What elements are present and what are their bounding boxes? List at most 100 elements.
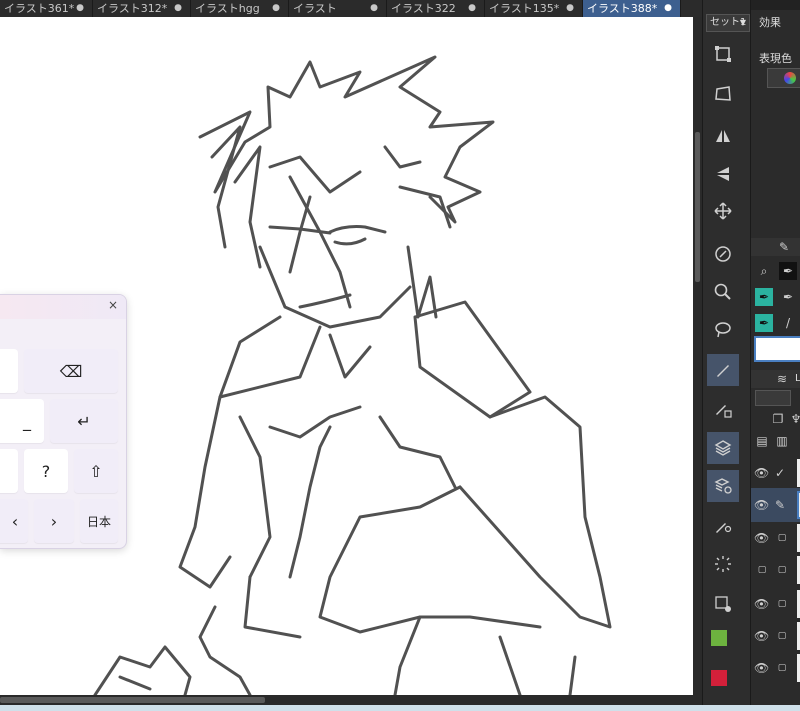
clip-icon[interactable]: ▥	[773, 432, 791, 450]
tool-palette: セット1 ▼	[702, 0, 750, 705]
eye-icon[interactable]: 👁	[754, 629, 770, 643]
tab-label: イラストhgg	[195, 2, 260, 15]
turnip-pen-icon[interactable]: ✒	[755, 314, 773, 332]
layer-settings-icon	[714, 478, 732, 494]
sub-color-swatch[interactable]	[711, 670, 727, 686]
layer-row[interactable]: 👁 ▢	[751, 588, 800, 620]
horizontal-scrollbar[interactable]	[0, 695, 702, 705]
pen-subtool-icon[interactable]: ✎	[775, 238, 793, 256]
layers-tab-icon[interactable]: ≋	[773, 370, 791, 388]
cursor-right-key[interactable]: ›	[34, 499, 74, 543]
layer-mask-icon[interactable]: ▤	[753, 432, 771, 450]
checkbox-icon[interactable]: ▢	[773, 659, 791, 677]
horizontal-scroll-thumb[interactable]	[0, 697, 265, 703]
layers-button[interactable]	[707, 432, 739, 464]
layer-settings-button[interactable]	[707, 470, 739, 502]
lasso-button[interactable]	[707, 314, 739, 346]
key-partial[interactable]	[0, 349, 18, 393]
brush-layer-icon	[716, 405, 732, 418]
flip-horizontal-button[interactable]	[707, 120, 739, 152]
checkbox-icon[interactable]: ▢	[773, 627, 791, 645]
mesh-transform-button[interactable]	[707, 78, 739, 110]
eye-icon[interactable]: 👁	[754, 498, 770, 512]
layer-row[interactable]: 👁 ▢	[751, 522, 800, 554]
tab-illust-135[interactable]: イラスト135* ●	[485, 0, 583, 17]
layer-row[interactable]: 👁 ✓	[751, 456, 800, 490]
shift-key[interactable]: ⇧	[74, 449, 118, 493]
question-key[interactable]: ?	[24, 449, 68, 493]
tab-illust-312[interactable]: イラスト312* ●	[93, 0, 191, 17]
modified-dot-icon: ●	[370, 3, 378, 13]
flip-vertical-button[interactable]	[707, 158, 739, 190]
layers-icon	[714, 440, 732, 456]
loading-icon	[715, 556, 731, 572]
cursor-left-key[interactable]: ‹	[0, 499, 28, 543]
keyboard-header[interactable]: ×	[0, 295, 126, 319]
rotate-button[interactable]	[707, 238, 739, 270]
checkmark-icon[interactable]: ✓	[771, 464, 789, 482]
expression-color-label: 表現色	[759, 52, 792, 65]
backspace-key[interactable]: ⌫	[24, 349, 118, 393]
rotate-icon	[715, 246, 731, 262]
tab-illust[interactable]: イラスト ●	[289, 0, 387, 17]
brush-layer-button[interactable]	[707, 394, 739, 426]
clip-studio-window: イラスト361* ● イラスト312* ● イラストhgg ● イラスト ● イラスト3…	[0, 0, 800, 711]
vertical-scroll-thumb[interactable]	[695, 132, 700, 282]
edit-pen-icon[interactable]: ✎	[771, 496, 789, 514]
hidden-eye-icon[interactable]: ▢	[753, 561, 771, 579]
eye-icon[interactable]: 👁	[754, 531, 770, 545]
checkbox-icon[interactable]: ▢	[773, 561, 791, 579]
move-button[interactable]	[707, 195, 739, 227]
mapping-pen-icon[interactable]: ✒	[779, 288, 797, 306]
enter-key[interactable]: ↵	[50, 399, 118, 443]
flip-vertical-icon	[717, 167, 729, 181]
enter-icon: ↵	[77, 411, 91, 431]
effect-label: 効果	[759, 16, 781, 29]
layer-row[interactable]: 👁 ▢	[751, 652, 800, 684]
eye-icon[interactable]: 👁	[754, 661, 770, 675]
key-partial[interactable]	[0, 449, 18, 493]
eyedropper-settings-button[interactable]	[707, 510, 739, 542]
pen-tool-button[interactable]	[707, 354, 739, 386]
tab-illust-361[interactable]: イラスト361* ●	[0, 0, 93, 17]
mesh-icon	[715, 86, 731, 101]
chevron-left-icon: ‹	[11, 511, 19, 531]
zoom-button[interactable]	[707, 276, 739, 308]
marker-icon[interactable]: /	[779, 314, 797, 332]
checkbox-icon[interactable]: ▢	[773, 595, 791, 613]
expression-color-dropdown[interactable]	[767, 68, 800, 88]
g-pen-icon[interactable]: ✒	[755, 288, 773, 306]
tab-illust-hgg[interactable]: イラストhgg ●	[191, 0, 289, 17]
tab-illust-322[interactable]: イラスト322 ●	[387, 0, 485, 17]
vertical-scrollbar[interactable]	[693, 17, 702, 695]
eye-icon[interactable]: 👁	[754, 466, 770, 480]
eye-icon[interactable]: 👁	[754, 597, 770, 611]
close-icon[interactable]: ×	[108, 298, 118, 312]
search-icon[interactable]: ⌕	[755, 262, 773, 280]
modified-dot-icon: ●	[566, 3, 574, 13]
layer-row[interactable]: ▢ ▢	[751, 554, 800, 586]
checkbox-icon[interactable]: ▢	[773, 529, 791, 547]
new-layer-button[interactable]	[707, 588, 739, 620]
main-color-swatch[interactable]	[711, 630, 727, 646]
tab-label: イラスト	[293, 2, 337, 15]
set-dropdown[interactable]: セット1 ▼	[706, 14, 750, 32]
modified-dot-icon: ●	[272, 3, 280, 13]
layer-row-selected[interactable]: 👁 ✎	[751, 488, 800, 522]
copy-layer-icon[interactable]: ❐	[769, 410, 787, 428]
pen-nib-icon[interactable]: ✒	[779, 262, 797, 280]
tab-illust-388[interactable]: イラスト388* ●	[583, 0, 681, 17]
language-key[interactable]: 日本	[80, 499, 118, 543]
tab-label: イラスト312*	[97, 2, 168, 15]
transform-button[interactable]	[707, 38, 739, 70]
loading-indicator	[707, 548, 739, 580]
tab-label: イラスト322	[391, 2, 456, 15]
move-icon	[714, 202, 732, 220]
blend-mode-dropdown[interactable]	[755, 390, 791, 406]
underscore-label: _	[23, 411, 31, 431]
layers-tab-label: L	[795, 373, 800, 384]
subtool-tabs: ✎	[751, 238, 800, 256]
reference-icon[interactable]: ♆	[787, 410, 800, 428]
underscore-key[interactable]: _	[0, 399, 44, 443]
layer-row[interactable]: 👁 ▢	[751, 620, 800, 652]
